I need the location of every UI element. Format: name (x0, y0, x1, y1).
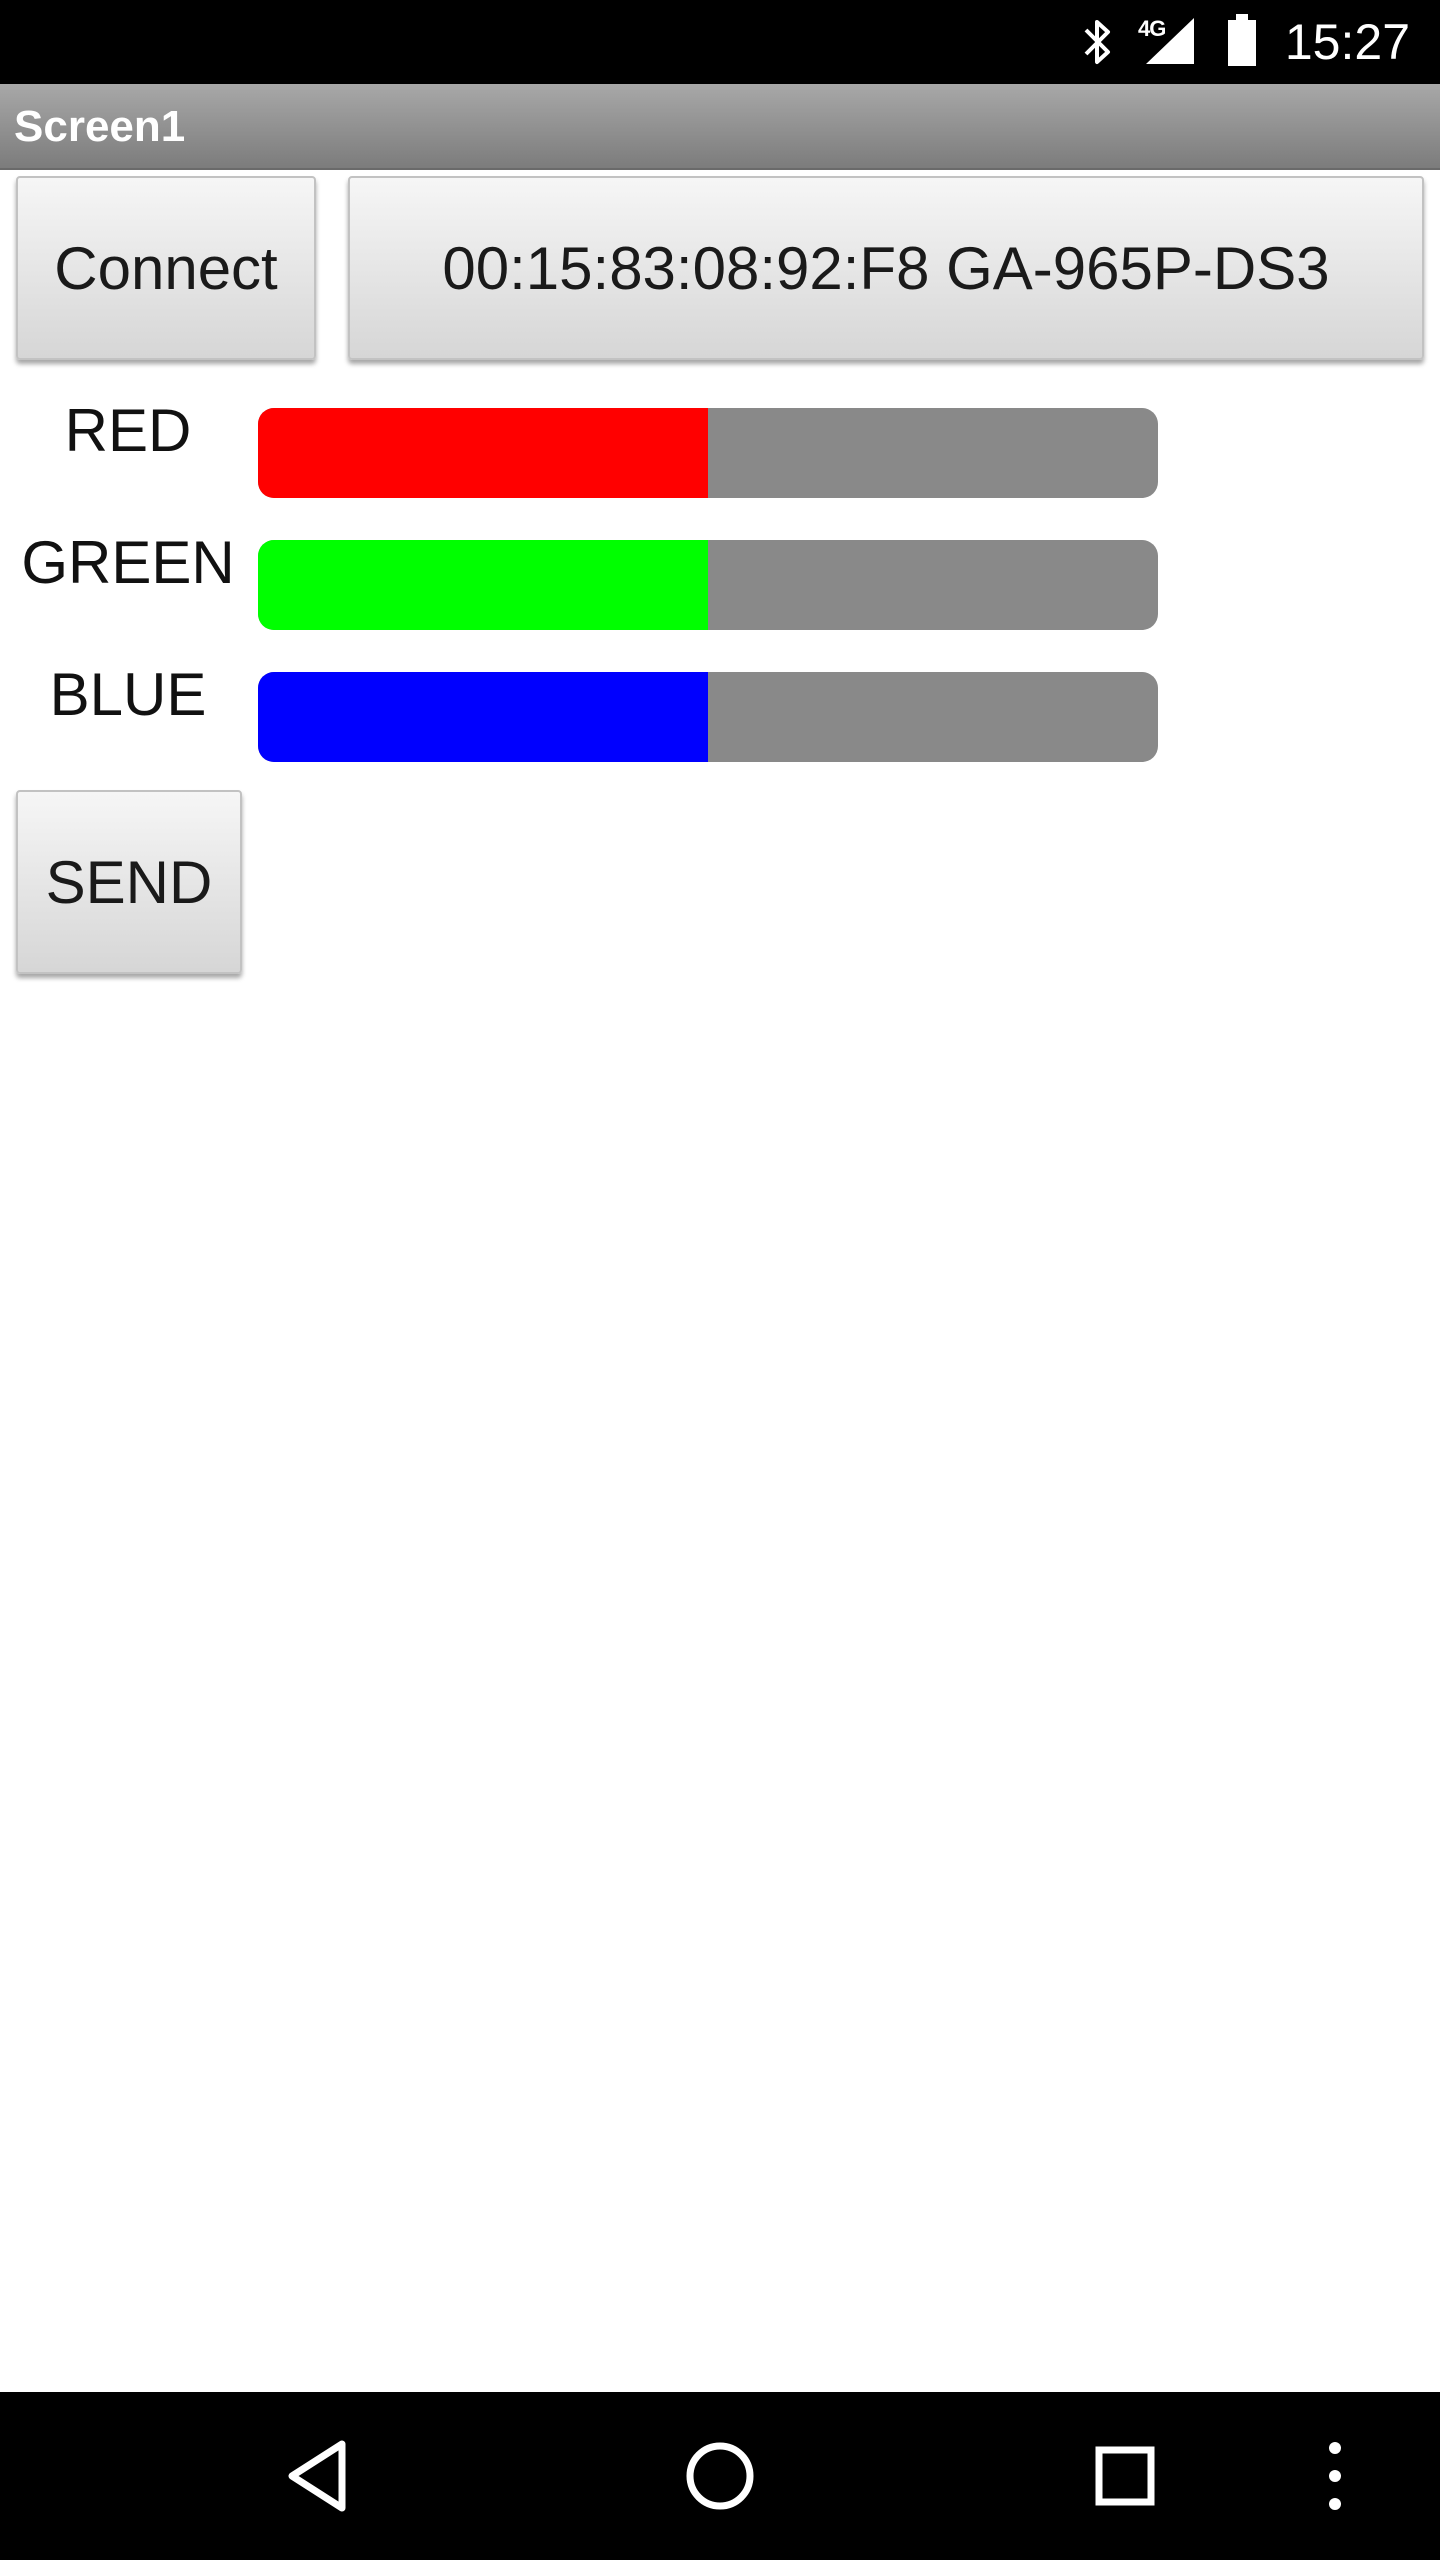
signal-icon (1146, 18, 1194, 64)
screen-title: Screen1 (14, 102, 186, 151)
green-slider[interactable] (258, 540, 1158, 630)
green-label: GREEN (21, 529, 235, 596)
device-select-button[interactable]: 00:15:83:08:92:F8 GA-965P-DS3 (348, 176, 1424, 360)
battery-icon (1228, 14, 1256, 66)
blue-slider-fill (258, 672, 708, 762)
red-slider-fill (258, 408, 708, 498)
title-bar: Screen1 (0, 84, 1440, 170)
blue-label: BLUE (49, 661, 207, 728)
connect-button[interactable]: Connect (16, 176, 316, 360)
green-slider-fill (258, 540, 708, 630)
status-bar: 4G 15:27 (0, 0, 1440, 84)
home-icon[interactable] (670, 2392, 770, 2560)
clock: 15:27 (1284, 14, 1410, 70)
red-label: RED (64, 397, 192, 464)
red-slider[interactable] (258, 408, 1158, 498)
blue-slider[interactable] (258, 672, 1158, 762)
recents-icon[interactable] (1075, 2392, 1175, 2560)
back-icon[interactable] (270, 2392, 370, 2560)
navigation-bar (0, 2392, 1440, 2560)
menu-icon[interactable] (1310, 2392, 1360, 2560)
send-button[interactable]: SEND (16, 790, 242, 974)
bluetooth-icon (1084, 20, 1110, 64)
